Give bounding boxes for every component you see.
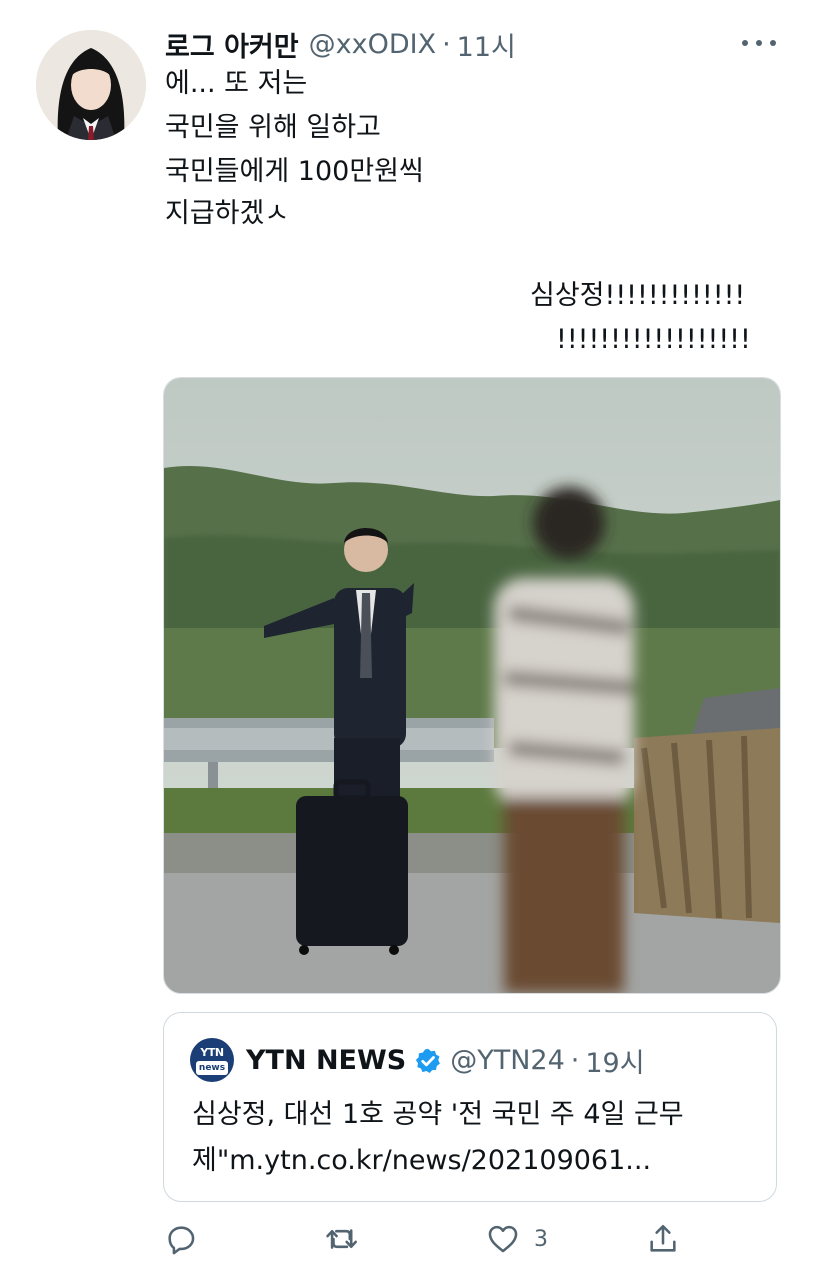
timestamp[interactable]: 11시 (457, 25, 516, 64)
tweet-text-line: 국민을 위해 일하고 (165, 112, 381, 143)
quoted-display-name[interactable]: YTN NEWS (246, 1045, 406, 1076)
separator-dot: · (442, 28, 451, 60)
avatar-image (36, 30, 146, 140)
more-options-icon[interactable] (742, 34, 776, 52)
quoted-text-line: 제"m.ytn.co.kr/news/202109061... (192, 1145, 652, 1176)
user-handle[interactable]: @xxODIX (309, 29, 436, 60)
tweet-photo[interactable] (163, 377, 781, 994)
like-count: 3 (534, 1226, 548, 1252)
heart-icon (488, 1225, 518, 1253)
share-button[interactable] (646, 1220, 680, 1258)
tweet-text-line: 국민들에게 100만원씩 (165, 156, 424, 187)
quoted-tweet[interactable]: YTN news YTN NEWS @YTN24 · 19시 심상정, 대선 1… (163, 1012, 777, 1202)
hay-bundles (634, 728, 780, 923)
retweet-icon (326, 1229, 358, 1249)
photo-scene (164, 378, 780, 993)
quoted-handle[interactable]: @YTN24 (450, 1045, 565, 1076)
reply-button[interactable] (164, 1220, 198, 1258)
logo-text-bottom: news (196, 1061, 228, 1075)
verified-badge-icon (416, 1048, 441, 1073)
avatar[interactable] (36, 30, 146, 140)
display-name[interactable]: 로그 아커만 (165, 25, 299, 64)
reply-icon (168, 1226, 195, 1255)
tweet-text-line: 지급하겠ㅅ (165, 198, 290, 229)
like-button[interactable]: 3 (486, 1220, 548, 1258)
tweet-text-line: !!!!!!!!!!!!!!!!!! (556, 324, 751, 355)
quoted-timestamp[interactable]: 19시 (585, 1041, 644, 1080)
ytn-logo-avatar[interactable]: YTN news (190, 1038, 234, 1082)
tweet-header: 로그 아커만 @xxODIX · 11시 (165, 25, 516, 64)
share-icon (650, 1224, 676, 1252)
quoted-text-line: 심상정, 대선 1호 공약 '전 국민 주 4일 근무 (192, 1099, 684, 1130)
retweet-button[interactable] (325, 1220, 359, 1258)
separator-dot: · (570, 1045, 580, 1076)
tweet-text-line: 심상정!!!!!!!!!!!!! (530, 280, 746, 311)
quoted-tweet-header: YTN NEWS @YTN24 · 19시 (246, 1041, 645, 1080)
logo-text-top: YTN (200, 1046, 224, 1059)
tweet-text-line: 에... 또 저는 (165, 68, 308, 99)
